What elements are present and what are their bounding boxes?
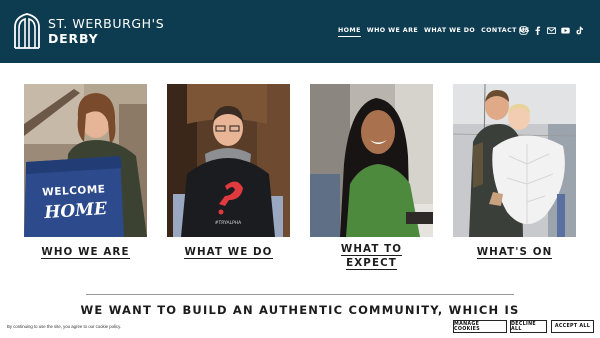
card-title-whats-on[interactable]: WHAT'S ON [476, 246, 553, 259]
logo-title: ST. WERBURGH'S [48, 16, 165, 31]
site-header: ST. WERBURGH'S DERBY HOME WHO WE ARE WHA… [0, 0, 600, 63]
section-divider [86, 294, 514, 295]
mission-statement: WE WANT TO BUILD AN AUTHENTIC COMMUNITY,… [80, 303, 520, 317]
card-title-what-to-expect-line2[interactable]: EXPECT [346, 257, 397, 270]
church-window-icon [14, 13, 40, 49]
logo-subtitle: DERBY [48, 31, 99, 46]
what-to-expect-photo[interactable] [310, 84, 433, 237]
accept-all-button[interactable]: ACCEPT ALL [551, 320, 594, 333]
card-title-wrap: WHO WE ARE [24, 242, 147, 260]
card-title-wrap: WHAT TO EXPECT [310, 242, 433, 270]
card-title-what-we-do[interactable]: WHAT WE DO [184, 246, 273, 259]
nav-what-we-do[interactable]: WHAT WE DO [424, 27, 475, 37]
nav-home[interactable]: HOME [338, 27, 361, 37]
email-icon[interactable] [547, 26, 556, 35]
cookie-policy-text: By continuing to use the site, you agree… [7, 324, 122, 329]
site-logo[interactable]: ST. WERBURGH'S DERBY [14, 13, 164, 49]
decline-all-button[interactable]: DECLINE ALL [510, 320, 547, 333]
youtube-icon[interactable] [561, 26, 570, 35]
logo-text: ST. WERBURGH'S DERBY [48, 16, 164, 46]
cookie-banner: By continuing to use the site, you agree… [0, 317, 600, 338]
social-links [519, 26, 584, 35]
facebook-icon[interactable] [533, 26, 542, 35]
nav-who-we-are[interactable]: WHO WE ARE [367, 27, 418, 37]
card-title-what-to-expect[interactable]: WHAT TO [340, 243, 403, 256]
main-navigation: HOME WHO WE ARE WHAT WE DO CONTACT US [338, 27, 530, 37]
whats-on-photo[interactable] [453, 84, 576, 237]
card-title-wrap: WHAT'S ON [453, 242, 576, 260]
instagram-icon[interactable] [519, 26, 528, 35]
tiktok-icon[interactable] [575, 26, 584, 35]
shirt-text: #TRYALPHA [215, 220, 242, 226]
card-title-who-we-are[interactable]: WHO WE ARE [41, 246, 130, 259]
card-title-wrap: WHAT WE DO [167, 242, 290, 260]
what-we-do-photo[interactable]: #TRYALPHA [167, 84, 290, 237]
manage-cookies-button[interactable]: MANAGE COOKIES [453, 320, 507, 333]
welcome-home-photo[interactable]: WELCOME HOME [24, 84, 147, 237]
